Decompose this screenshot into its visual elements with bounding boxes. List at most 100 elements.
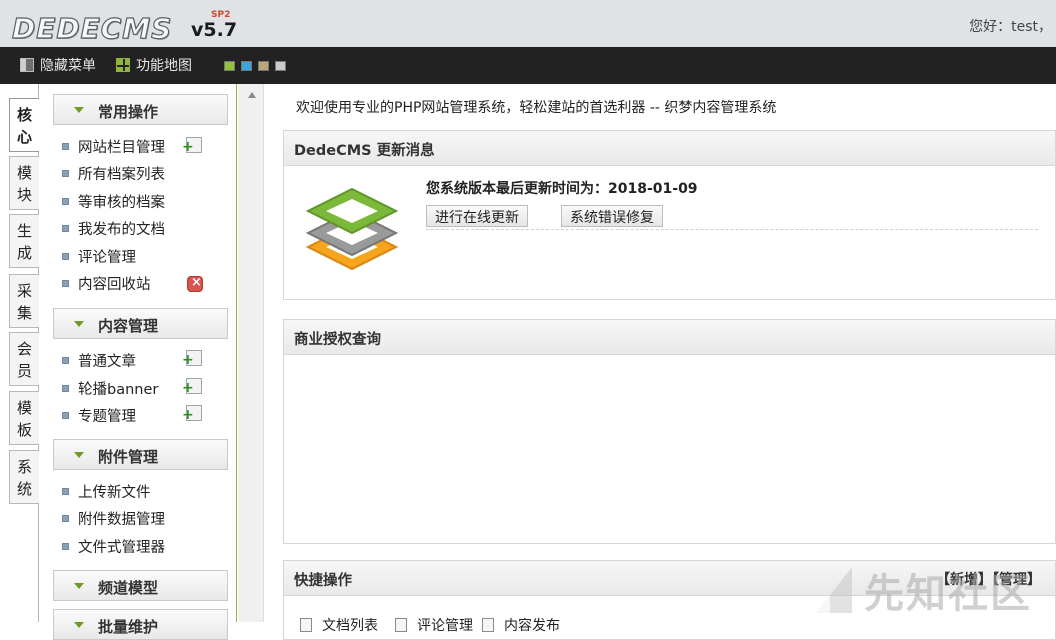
bullet-icon: [62, 279, 69, 287]
menu-group-title: 内容管理: [98, 317, 159, 335]
menu-group-common[interactable]: 常用操作: [53, 94, 228, 125]
left-menu: 常用操作 网站栏目管理 所有档案列表 等审核的档案 我发布的文档 评论管理 内容…: [40, 84, 237, 640]
menu-group-title: 常用操作: [98, 103, 159, 121]
menu-item-label: 评论管理: [78, 249, 136, 266]
chevron-down-icon: [74, 452, 84, 458]
skin-blue-swatch[interactable]: [241, 61, 252, 71]
bullet-icon: [62, 542, 69, 550]
menu-item-comments[interactable]: 评论管理: [62, 246, 212, 266]
menu-item-pending-archives[interactable]: 等审核的档案: [62, 191, 212, 211]
vertical-tabs: 核心 模块 生成 采集 会员 模板 系统: [0, 84, 39, 622]
tab-templates[interactable]: 模板: [9, 391, 39, 445]
update-panel-title: DedeCMS 更新消息: [284, 131, 1055, 166]
menu-group-batch-maintenance[interactable]: 批量维护: [53, 609, 228, 640]
hide-menu-label: 隐藏菜单: [40, 58, 96, 74]
tab-collect[interactable]: 采集: [9, 274, 39, 328]
grid-map-icon: [116, 58, 130, 72]
bullet-icon: [62, 224, 69, 232]
quick-actions-title: 快捷操作: [294, 573, 352, 589]
skin-brown-swatch[interactable]: [258, 61, 269, 71]
license-panel-title: 商业授权查询: [284, 320, 1055, 355]
bullet-icon: [62, 384, 69, 392]
add-doc-icon[interactable]: [182, 405, 202, 422]
last-update-text: 您系统版本最后更新时间为：2018-01-09: [426, 181, 698, 197]
skin-green-swatch[interactable]: [224, 61, 235, 71]
menu-item-label: 内容回收站: [78, 276, 151, 293]
menu-item-label: 等审核的档案: [78, 194, 165, 211]
document-icon: [395, 618, 407, 632]
license-panel: 商业授权查询: [283, 319, 1056, 544]
top-toolbar: 隐藏菜单 功能地图: [0, 47, 1056, 84]
delete-icon[interactable]: [187, 275, 203, 292]
menu-item-label: 文件式管理器: [78, 539, 165, 556]
watermark-text: 先知社区: [864, 571, 1032, 617]
menu-item-label: 轮播banner: [78, 381, 159, 398]
menu-item-label: 我发布的文档: [78, 221, 165, 238]
document-icon: [300, 618, 312, 632]
menu-group-content[interactable]: 内容管理: [53, 308, 228, 339]
chevron-down-icon: [74, 107, 84, 113]
menu-item-upload-file[interactable]: 上传新文件: [62, 481, 212, 501]
logo-version: v5.7: [191, 19, 238, 41]
add-doc-icon[interactable]: [182, 378, 202, 395]
menu-group-title: 附件管理: [98, 448, 159, 466]
bullet-icon: [62, 356, 69, 364]
menu-item-label: 专题管理: [78, 408, 136, 425]
dashed-divider: [426, 229, 1038, 230]
tab-members[interactable]: 会员: [9, 332, 39, 386]
menu-item-label: 普通文章: [78, 353, 136, 370]
logo-sp: SP2: [211, 10, 231, 20]
menu-item-file-manager[interactable]: 文件式管理器: [62, 536, 212, 556]
watermark-logo-icon: [816, 567, 852, 613]
tab-core[interactable]: 核心: [9, 98, 39, 152]
hide-menu-icon: [20, 58, 34, 72]
quick-item-doc-list[interactable]: 文档列表: [300, 615, 378, 635]
quick-item-publish[interactable]: 内容发布: [482, 615, 560, 635]
layers-logo-icon: [305, 187, 399, 271]
function-map-button[interactable]: 功能地图: [116, 56, 192, 74]
bullet-icon: [62, 252, 69, 260]
hide-menu-button[interactable]: 隐藏菜单: [20, 56, 96, 74]
quick-item-comments[interactable]: 评论管理: [395, 615, 473, 635]
top-header: DEDECMS v5.7 SP2 您好：test，: [0, 0, 1056, 47]
update-panel: DedeCMS 更新消息 您系统版本最后更新时间为：2018-01-09 进行在…: [283, 130, 1056, 300]
welcome-text: 欢迎使用专业的PHP网站管理系统，轻松建站的首选利器 -- 织梦内容管理系统: [296, 100, 777, 116]
user-greeting: 您好：test，: [969, 19, 1052, 35]
watermark: 先知社区: [812, 563, 1032, 617]
menu-item-my-documents[interactable]: 我发布的文档: [62, 218, 212, 238]
logo-brand: DEDECMS: [11, 11, 173, 45]
chevron-down-icon: [74, 321, 84, 327]
menu-item-label: 网站栏目管理: [78, 139, 165, 156]
menu-item-label: 上传新文件: [78, 484, 151, 501]
tab-generate[interactable]: 生成: [9, 214, 39, 268]
bullet-icon: [62, 197, 69, 205]
add-doc-icon[interactable]: [182, 137, 202, 154]
chevron-down-icon: [74, 583, 84, 589]
bullet-icon: [62, 411, 69, 419]
online-update-button[interactable]: 进行在线更新: [426, 205, 528, 227]
bullet-icon: [62, 487, 69, 495]
scroll-up-icon[interactable]: [248, 92, 256, 98]
tab-system[interactable]: 系统: [9, 450, 39, 504]
function-map-label: 功能地图: [136, 58, 192, 74]
quick-item-label: 内容发布: [504, 618, 560, 634]
bullet-icon: [62, 169, 69, 177]
bullet-icon: [62, 142, 69, 150]
menu-group-channel-models[interactable]: 频道模型: [53, 570, 228, 601]
chevron-down-icon: [74, 622, 84, 628]
document-icon: [482, 618, 494, 632]
add-doc-icon[interactable]: [182, 350, 202, 367]
menu-scrollbar[interactable]: [238, 84, 264, 622]
menu-group-attachments[interactable]: 附件管理: [53, 439, 228, 470]
menu-item-label: 附件数据管理: [78, 511, 165, 528]
menu-item-all-archives[interactable]: 所有档案列表: [62, 163, 212, 183]
tab-modules[interactable]: 模块: [9, 156, 39, 210]
error-fix-button[interactable]: 系统错误修复: [561, 205, 663, 227]
quick-item-label: 文档列表: [322, 618, 378, 634]
menu-group-title: 批量维护: [98, 618, 159, 636]
menu-group-title: 频道模型: [98, 579, 159, 597]
bullet-icon: [62, 514, 69, 522]
menu-item-attachment-data[interactable]: 附件数据管理: [62, 508, 212, 528]
menu-item-label: 所有档案列表: [78, 166, 165, 183]
skin-gray-swatch[interactable]: [275, 61, 286, 71]
